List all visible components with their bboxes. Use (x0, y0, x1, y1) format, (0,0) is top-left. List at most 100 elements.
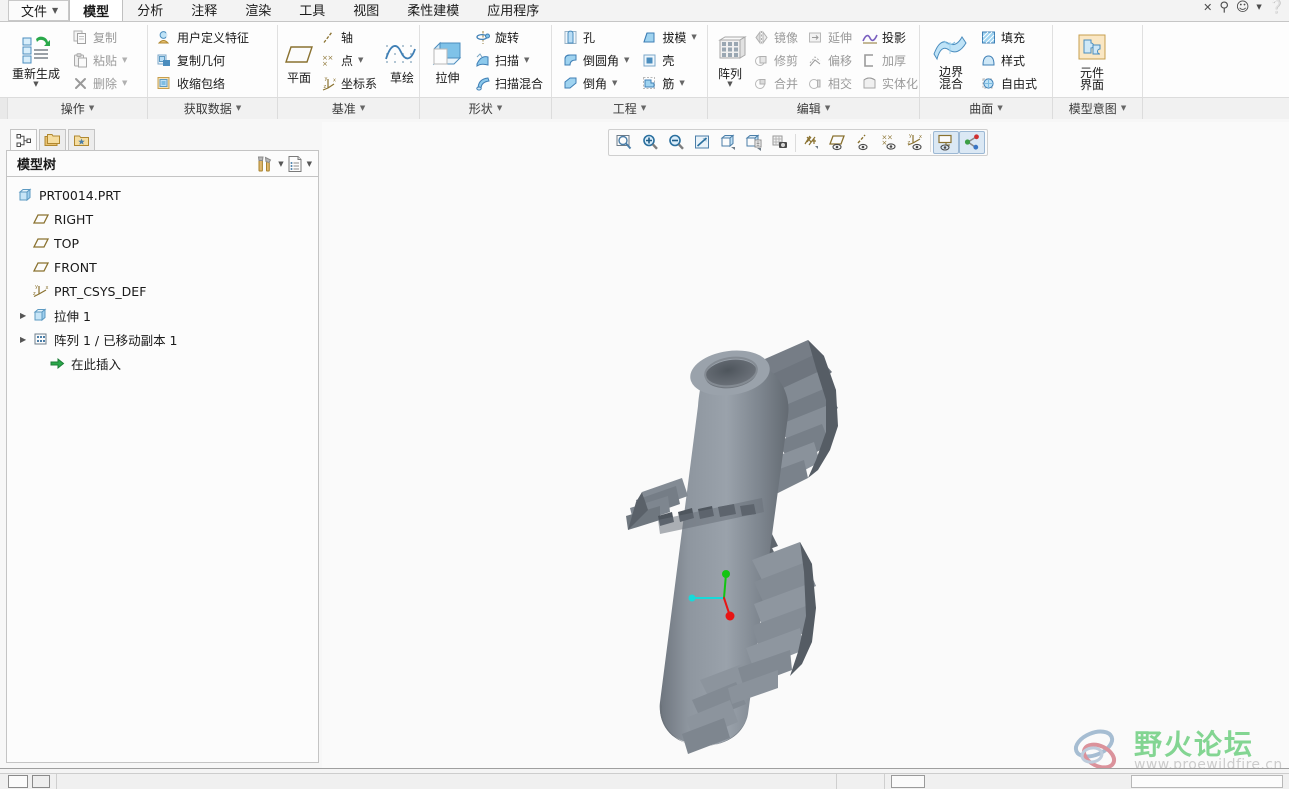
boundary-blend-button[interactable]: 边界 混合 (926, 31, 976, 90)
spin-center-button[interactable] (959, 131, 985, 154)
status-input-field[interactable] (1131, 775, 1283, 788)
extrude-button[interactable]: 拉伸 (425, 37, 470, 84)
tree-display-button[interactable]: ▼ (287, 155, 312, 173)
component-interface-button[interactable]: 元件 界面 (1065, 30, 1119, 91)
folder-browser-icon (44, 133, 60, 146)
chamfer-button[interactable]: 倒角 ▼ (560, 72, 633, 94)
round-button[interactable]: 倒圆角 ▼ (560, 49, 633, 71)
minimize-icon[interactable]: ✕ (1203, 2, 1212, 13)
intersect-button[interactable]: 相交 (805, 72, 856, 94)
user-defined-feature-button[interactable]: 用户定义特征 (154, 26, 253, 48)
freestyle-button[interactable]: 自由式 (978, 72, 1041, 94)
rib-button[interactable]: 筋 ▼ (639, 72, 700, 94)
trim-button[interactable]: 修剪 (751, 49, 802, 71)
tree-item-prt-csys-def[interactable]: y x z PRT_CSYS_DEF (7, 279, 318, 303)
expand-arrow-icon[interactable]: ▶ (20, 335, 32, 344)
sketch-button[interactable]: 草绘 (383, 37, 421, 84)
mirror-button[interactable]: 镜像 (751, 26, 802, 48)
merge-button[interactable]: 合并 (751, 72, 802, 94)
model-tree-list[interactable]: PRT0014.PRT RIGHT TOP FRONT y x z PRT_CS… (6, 177, 319, 763)
grouplabel-engineering[interactable]: 工程 ▼ (552, 97, 708, 119)
extend-button[interactable]: 延伸 (805, 26, 856, 48)
tab-view[interactable]: 视图 (339, 0, 393, 21)
tab-flexible-modeling[interactable]: 柔性建模 (393, 0, 473, 21)
refit-button[interactable] (611, 131, 637, 154)
repaint-button[interactable] (689, 131, 715, 154)
tree-item-extrude-1[interactable]: ▶ 拉伸 1 (7, 303, 318, 327)
grouplabel-surfaces[interactable]: 曲面 ▼ (920, 97, 1053, 119)
offset-button[interactable]: 偏移 (805, 49, 856, 71)
fill-button[interactable]: 填充 (978, 26, 1041, 48)
tab-render[interactable]: 渲染 (231, 0, 285, 21)
tree-item-part[interactable]: PRT0014.PRT (7, 183, 318, 207)
thicken-button[interactable]: 加厚 (859, 49, 922, 71)
project-button[interactable]: 投影 (859, 26, 922, 48)
paste-button[interactable]: 粘贴 ▼ (70, 49, 131, 71)
hole-button[interactable]: 孔 (560, 26, 633, 48)
expand-arrow-icon[interactable]: ▶ (20, 311, 32, 320)
tree-item-front[interactable]: FRONT (7, 255, 318, 279)
swept-blend-button[interactable]: 扫描混合 (472, 72, 547, 94)
csys-display-button[interactable]: y x z (902, 131, 928, 154)
zoom-in-button[interactable] (637, 131, 663, 154)
group-model-intent: 元件 界面 (1053, 22, 1143, 98)
saved-orientations-button[interactable] (741, 131, 767, 154)
revolve-button[interactable]: 旋转 (472, 26, 547, 48)
grouplabel-shapes[interactable]: 形状 ▼ (420, 97, 552, 119)
grouplabel-datum[interactable]: 基准 ▼ (278, 97, 420, 119)
ribbon-body: 重新生成 ▼ 复制 粘贴 ▼ 删除 ▼ 用户定义特征 复制几何 收缩包络 平面 … (0, 22, 1289, 98)
tree-item-right[interactable]: RIGHT (7, 207, 318, 231)
zoom-out-button[interactable] (663, 131, 689, 154)
graphics-viewport[interactable] (322, 122, 1289, 768)
status-indicator-box[interactable] (891, 775, 925, 788)
tree-item-insert-here[interactable]: 在此插入 (7, 351, 318, 375)
grouplabel-operations[interactable]: 操作 ▼ (8, 97, 148, 119)
datum-display-filters-button[interactable] (798, 131, 824, 154)
shell-button[interactable]: 壳 (639, 49, 700, 71)
shrinkwrap-button[interactable]: 收缩包络 (154, 72, 253, 94)
tab-file[interactable]: 文件 ▼ (8, 0, 70, 21)
datum-plane-button[interactable]: 平面 (282, 37, 316, 84)
point-display-button[interactable]: × × × (876, 131, 902, 154)
regenerate-button[interactable]: 重新生成 ▼ (4, 33, 68, 88)
status-filter-box[interactable] (32, 775, 50, 788)
tab-applications[interactable]: 应用程序 (473, 0, 553, 21)
tab-annotate[interactable]: 注释 (177, 0, 231, 21)
axis-display-button[interactable] (850, 131, 876, 154)
status-selection-box[interactable] (8, 775, 28, 788)
annotation-display-icon (937, 134, 952, 151)
smiley-icon[interactable]: ☺ (1236, 1, 1250, 14)
panel-tab-favorites[interactable] (68, 129, 95, 150)
grouplabel-editing[interactable]: 编辑 ▼ (708, 97, 920, 119)
extend-icon (807, 29, 824, 46)
delete-button[interactable]: 删除 ▼ (70, 72, 131, 94)
tab-analysis[interactable]: 分析 (123, 0, 177, 21)
tree-settings-button[interactable]: ▼ (256, 155, 284, 173)
datum-axis-button[interactable]: 轴 (318, 26, 381, 48)
grouplabel-get-data[interactable]: 获取数据 ▼ (148, 97, 278, 119)
display-style-button[interactable] (715, 131, 741, 154)
chevron-down-icon[interactable]: ▼ (1256, 4, 1261, 11)
tree-item-pattern-1[interactable]: ▶ 阵列 1 / 已移动副本 1 (7, 327, 318, 351)
coordinate-system-button[interactable]: y x z 坐标系 (318, 72, 381, 94)
help-icon[interactable]: ❔ (1269, 1, 1285, 14)
sweep-button[interactable]: 扫描 ▼ (472, 49, 547, 71)
solidify-button[interactable]: 实体化 (859, 72, 922, 94)
tab-model[interactable]: 模型 (69, 0, 124, 21)
draft-button[interactable]: 拔模 ▼ (639, 26, 700, 48)
copy-button[interactable]: 复制 (70, 26, 131, 48)
style-button[interactable]: 样式 (978, 49, 1041, 71)
scene-camera-button[interactable] (767, 131, 793, 154)
copy-geometry-button[interactable]: 复制几何 (154, 49, 253, 71)
plane-display-button[interactable] (824, 131, 850, 154)
search-icon[interactable]: ⚲ (1219, 1, 1229, 14)
datum-point-button[interactable]: × × × 点 ▼ (318, 49, 381, 71)
panel-tab-folder-browser[interactable] (39, 129, 66, 150)
grouplabel-model-intent[interactable]: 模型意图 ▼ (1053, 97, 1143, 119)
annotation-display-button[interactable] (933, 131, 959, 154)
tab-tools[interactable]: 工具 (285, 0, 339, 21)
pattern-button[interactable]: 阵列 ▼ (712, 33, 748, 88)
tree-item-top[interactable]: TOP (7, 231, 318, 255)
grouplabel-get-data-text: 获取数据 (183, 101, 232, 116)
panel-tab-model-tree[interactable] (10, 129, 37, 150)
